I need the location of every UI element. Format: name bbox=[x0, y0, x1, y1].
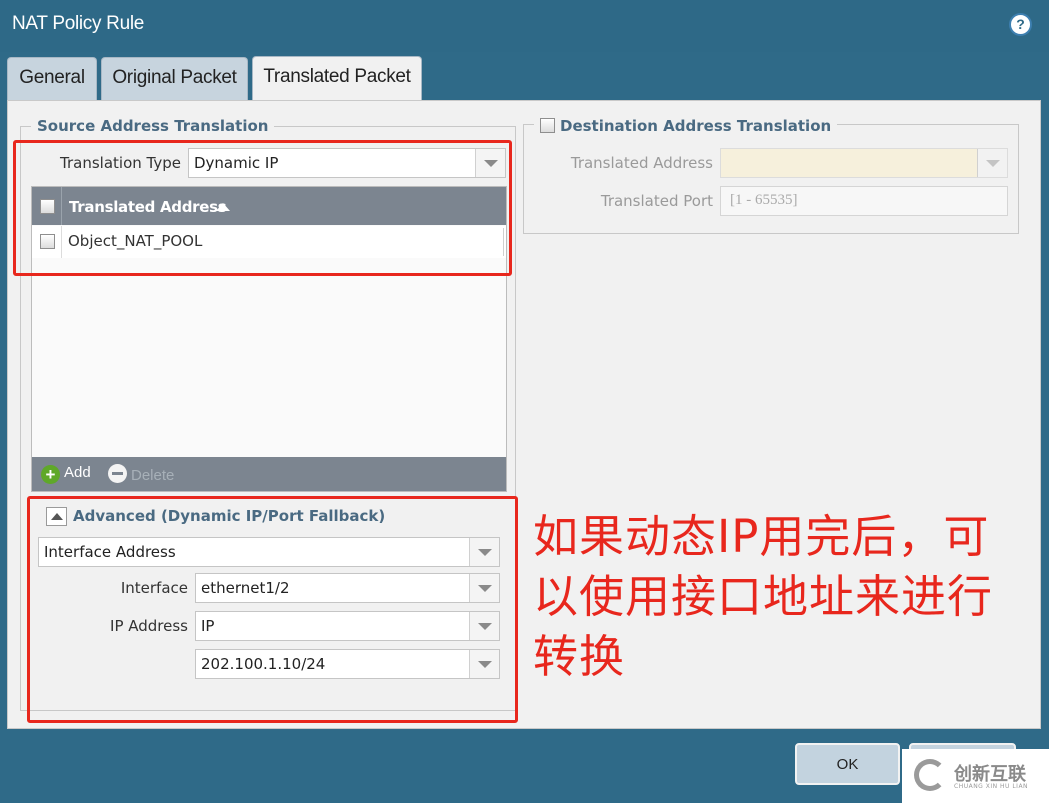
tab-original-packet[interactable]: Original Packet bbox=[101, 57, 248, 100]
source-address-translation-legend: Source Address Translation bbox=[31, 117, 275, 135]
highlight-box-advanced bbox=[27, 496, 518, 723]
annotation-text: 如果动态IP用完后，可以使用接口地址来进行转换 bbox=[533, 510, 994, 683]
add-button[interactable]: + Add bbox=[41, 464, 91, 484]
tab-translated-packet[interactable]: Translated Packet bbox=[252, 56, 422, 101]
dialog-title: NAT Policy Rule bbox=[12, 13, 145, 34]
brand-logo-icon bbox=[914, 759, 946, 791]
destination-address-translation-group bbox=[523, 124, 1019, 234]
plus-icon: + bbox=[41, 465, 60, 484]
watermark-subtext: CHUANG XIN HU LIAN bbox=[954, 783, 1029, 790]
add-label: Add bbox=[64, 464, 91, 481]
delete-button[interactable]: Delete bbox=[108, 464, 174, 484]
translated-port-label: Translated Port bbox=[600, 192, 713, 210]
translated-address-select[interactable] bbox=[720, 148, 1008, 178]
chevron-down-icon[interactable] bbox=[977, 149, 1007, 177]
destination-address-translation-legend: Destination Address Translation bbox=[534, 117, 838, 135]
delete-label: Delete bbox=[131, 467, 175, 484]
dialog-title-bar: NAT Policy Rule ? bbox=[0, 0, 1049, 52]
tab-general[interactable]: General bbox=[7, 57, 97, 100]
destination-translation-title: Destination Address Translation bbox=[560, 117, 832, 135]
help-icon[interactable]: ? bbox=[1009, 13, 1032, 36]
grid-toolbar: + Add Delete bbox=[32, 457, 506, 491]
translated-address-label: Translated Address bbox=[570, 154, 713, 172]
minus-icon bbox=[108, 464, 127, 483]
ok-button[interactable]: OK bbox=[795, 743, 900, 785]
translated-port-input[interactable]: [1 - 65535] bbox=[720, 186, 1008, 216]
watermark: 创新互联 CHUANG XIN HU LIAN bbox=[902, 749, 1049, 803]
destination-translation-checkbox[interactable] bbox=[540, 118, 555, 133]
highlight-box-translation-type bbox=[13, 140, 512, 276]
